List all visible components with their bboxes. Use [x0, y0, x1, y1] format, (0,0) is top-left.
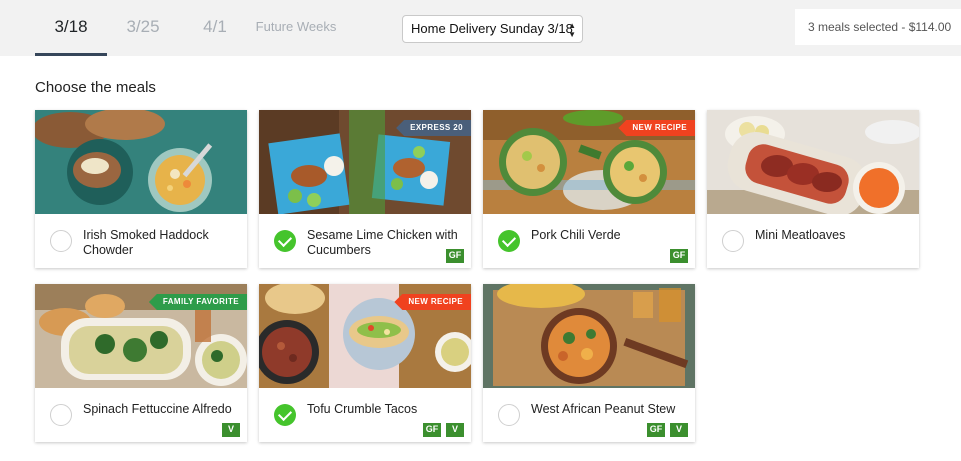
meal-name: Tofu Crumble Tacos: [307, 402, 418, 416]
select-arrows-icon: ▲ ▼: [568, 21, 576, 39]
meal-select-radio[interactable]: [274, 404, 296, 426]
meal-name: Spinach Fettuccine Alfredo: [83, 402, 232, 416]
meal-card-irish-smoked-haddock-chowder[interactable]: Irish Smoked Haddock Chowder: [35, 110, 247, 268]
tab-label: 3/18: [54, 17, 88, 36]
tab-week-3-25[interactable]: 3/25: [112, 0, 174, 56]
diet-badges: GF V: [422, 422, 465, 438]
delivery-select[interactable]: Home Delivery Sunday 3/18 ▲ ▼: [402, 15, 583, 43]
tab-week-4-1[interactable]: 4/1: [190, 0, 240, 56]
meal-select-radio[interactable]: [722, 230, 744, 252]
meal-select-radio[interactable]: [50, 404, 72, 426]
week-navigation-bar: 3/18 3/25 4/1 Future Weeks Home Delivery…: [0, 0, 961, 56]
meal-photo: [35, 110, 247, 214]
diet-badges: GF V: [646, 422, 689, 438]
active-tab-indicator: [35, 53, 107, 56]
meal-card-pork-chili-verde[interactable]: NEW RECIPE GF Pork Chili Verde: [483, 110, 695, 268]
tab-label: 4/1: [203, 17, 227, 36]
meal-name: Sesame Lime Chicken with Cucumbers: [307, 228, 458, 257]
new-recipe-ribbon: NEW RECIPE: [394, 294, 471, 310]
express-ribbon: EXPRESS 20: [396, 120, 471, 136]
selection-summary: 3 meals selected - $114.00: [795, 9, 961, 45]
vegetarian-badge: V: [669, 422, 689, 438]
meal-card-tofu-crumble-tacos[interactable]: NEW RECIPE GF V Tofu Crumble Tacos: [259, 284, 471, 442]
meal-select-radio[interactable]: [498, 404, 520, 426]
tab-week-3-18[interactable]: 3/18: [35, 0, 107, 56]
meal-name: West African Peanut Stew: [531, 402, 676, 416]
meal-card-sesame-lime-chicken[interactable]: EXPRESS 20 GF Sesame Lime Chicken with C…: [259, 110, 471, 268]
meal-photo: [483, 284, 695, 388]
meal-name: Irish Smoked Haddock Chowder: [83, 228, 209, 257]
diet-badges: GF: [669, 248, 689, 264]
family-favorite-ribbon: FAMILY FAVORITE: [148, 294, 247, 310]
diet-badges: V: [221, 422, 241, 438]
delivery-select-value: Home Delivery Sunday 3/18: [411, 21, 573, 36]
meal-name: Pork Chili Verde: [531, 228, 621, 242]
tab-future-weeks[interactable]: Future Weeks: [250, 0, 342, 56]
meal-photo: [707, 110, 919, 214]
tab-label: 3/25: [126, 17, 160, 36]
meal-select-radio[interactable]: [274, 230, 296, 252]
meal-select-radio[interactable]: [498, 230, 520, 252]
gluten-free-badge: GF: [669, 248, 689, 264]
meal-card-mini-meatloaves[interactable]: Mini Meatloaves: [707, 110, 919, 268]
meal-card-west-african-peanut-stew[interactable]: GF V West African Peanut Stew: [483, 284, 695, 442]
vegetarian-badge: V: [221, 422, 241, 438]
gluten-free-badge: GF: [646, 422, 666, 438]
meal-card-spinach-fettuccine-alfredo[interactable]: FAMILY FAVORITE V Spinach Fettuccine Alf…: [35, 284, 247, 442]
new-recipe-ribbon: NEW RECIPE: [618, 120, 695, 136]
gluten-free-badge: GF: [422, 422, 442, 438]
tab-label: Future Weeks: [255, 19, 337, 34]
vegetarian-badge: V: [445, 422, 465, 438]
meal-select-radio[interactable]: [50, 230, 72, 252]
meal-name: Mini Meatloaves: [755, 228, 846, 242]
section-heading: Choose the meals: [35, 79, 156, 96]
